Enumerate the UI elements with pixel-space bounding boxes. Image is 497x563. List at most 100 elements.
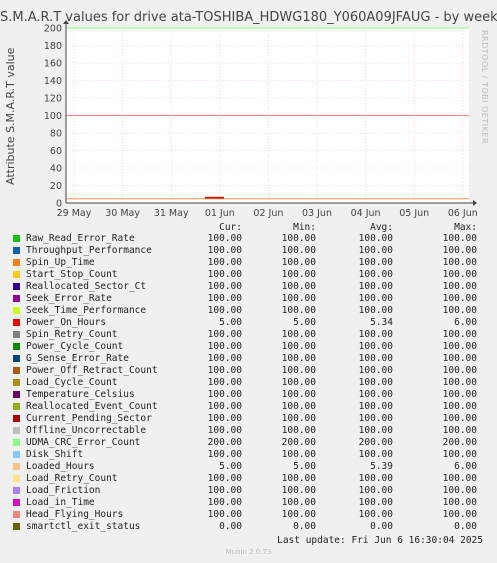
legend-avg-value: 100.00 [358, 329, 393, 340]
legend-min-value: 200.00 [281, 437, 316, 448]
legend-row: Load_Friction 100.00 100.00 100.00 100.00 [0, 485, 497, 497]
legend-swatch [13, 511, 20, 518]
legend-series-name: Power_Off_Retract_Count [26, 365, 158, 376]
legend-min-value: 100.00 [281, 365, 316, 376]
legend-row: Load_Cycle_Count 100.00 100.00 100.00 100.00 [0, 377, 497, 389]
legend-avg-value: 100.00 [358, 341, 393, 352]
x-tick-label: 30 May [105, 208, 140, 219]
legend-cur-value: 100.00 [207, 257, 242, 268]
legend-cur-value: 100.00 [207, 473, 242, 484]
legend-series-name: Spin_Retry_Count [26, 329, 118, 340]
legend-avg-value: 100.00 [358, 377, 393, 388]
legend-cur-value: 100.00 [207, 269, 242, 280]
legend-series-name: Throughput_Performance [26, 245, 152, 256]
legend-swatch [13, 463, 20, 470]
legend-max-value: 100.00 [442, 485, 477, 496]
legend-max-value: 6.00 [454, 461, 477, 472]
legend-cur-value: 5.00 [219, 317, 242, 328]
legend-min-value: 0.00 [293, 521, 316, 532]
y-tick-label: 180 [44, 41, 62, 52]
legend-row: Seek_Time_Performance 100.00 100.00 100.00 1… [0, 305, 497, 317]
legend-cur-value: 100.00 [207, 329, 242, 340]
legend-row: Loaded_Hours 5.00 5.00 5.39 6.00 [0, 461, 497, 473]
legend-avg-value: 100.00 [358, 509, 393, 520]
legend-cur-value: 100.00 [207, 305, 242, 316]
legend-cur-value: 5.00 [219, 461, 242, 472]
x-tick-label: 04 Jun [351, 208, 381, 219]
y-tick-label: 160 [44, 59, 62, 70]
y-tick-label: 100 [44, 111, 62, 122]
legend-swatch [13, 367, 20, 374]
legend-cur-value: 100.00 [207, 365, 242, 376]
legend-series-name: Seek_Error_Rate [26, 293, 112, 304]
legend-swatch [13, 427, 20, 434]
legend-max-value: 100.00 [442, 245, 477, 256]
legend-series-name: UDMA_CRC_Error_Count [26, 437, 141, 448]
legend-series-name: Disk_Shift [26, 449, 84, 460]
y-tick-label: 140 [44, 76, 62, 87]
legend-avg-value: 100.00 [358, 365, 393, 376]
legend-row: G_Sense_Error_Rate 100.00 100.00 100.00 100.… [0, 353, 497, 365]
legend-avg-value: 100.00 [358, 449, 393, 460]
legend-row: Power_On_Hours 5.00 5.00 5.34 6.00 [0, 317, 497, 329]
legend-row: Head_Flying_Hours 100.00 100.00 100.00 100.0… [0, 509, 497, 521]
legend-row: Power_Cycle_Count 100.00 100.00 100.00 100.0… [0, 341, 497, 353]
legend-avg-value: 0.00 [370, 521, 393, 532]
legend-swatch [13, 271, 20, 278]
legend-avg-value: 100.00 [358, 305, 393, 316]
legend-cur-value: 100.00 [207, 497, 242, 508]
x-tick-label: 29 May [57, 208, 92, 219]
legend-avg-value: 100.00 [358, 233, 393, 244]
x-tick-label: 03 Jun [302, 208, 332, 219]
legend-min-value: 100.00 [281, 413, 316, 424]
munin-version: Munin 2.0.73 [225, 548, 272, 556]
legend-swatch [13, 343, 20, 350]
legend-series-name: Current_Pending_Sector [26, 413, 152, 424]
legend-min-value: 100.00 [281, 485, 316, 496]
legend-swatch [13, 499, 20, 506]
legend-min-value: 100.00 [281, 281, 316, 292]
legend-avg-value: 100.00 [358, 485, 393, 496]
legend-swatch [13, 235, 20, 242]
legend-row: Seek_Error_Rate 100.00 100.00 100.00 100.00 [0, 293, 497, 305]
legend-series-name: G_Sense_Error_Rate [26, 353, 129, 364]
legend-cur-value: 100.00 [207, 293, 242, 304]
legend-max-value: 100.00 [442, 401, 477, 412]
legend-cur-value: 100.00 [207, 353, 242, 364]
legend-swatch [13, 379, 20, 386]
y-tick-label: 60 [50, 146, 62, 157]
legend-avg-value: 100.00 [358, 281, 393, 292]
legend-max-value: 100.00 [442, 257, 477, 268]
legend-row: Current_Pending_Sector 100.00 100.00 100.00… [0, 413, 497, 425]
y-tick-label: 40 [50, 164, 62, 175]
legend-max-value: 100.00 [442, 329, 477, 340]
legend-swatch [13, 283, 20, 290]
legend-min-value: 100.00 [281, 425, 316, 436]
legend-swatch [13, 451, 20, 458]
legend-swatch [13, 307, 20, 314]
legend-min-value: 100.00 [281, 449, 316, 460]
legend-cur-value: 100.00 [207, 509, 242, 520]
x-tick-label: 02 Jun [253, 208, 283, 219]
legend-max-value: 100.00 [442, 233, 477, 244]
legend-min-value: 100.00 [281, 293, 316, 304]
legend-max-value: 100.00 [442, 293, 477, 304]
legend-avg-value: 100.00 [358, 401, 393, 412]
legend-min-value: 100.00 [281, 509, 316, 520]
legend-max-value: 100.00 [442, 509, 477, 520]
legend-min-value: 5.00 [293, 461, 316, 472]
legend-min-value: 100.00 [281, 329, 316, 340]
chart-plot: 02040608010012014016018020029 May 30 May 3… [44, 20, 478, 219]
legend-cur-value: 100.00 [207, 485, 242, 496]
legend-series-name: Temperature_Celsius [26, 389, 135, 400]
legend-row: smartctl_exit_status 0.00 0.00 0.00 0.00 [0, 521, 497, 533]
legend-max-value: 100.00 [442, 365, 477, 376]
legend-row: Disk_Shift 100.00 100.00 100.00 100.00 [0, 449, 497, 461]
col-min-header: Min: [293, 222, 316, 233]
legend-max-value: 100.00 [442, 305, 477, 316]
legend-series-name: Loaded_Hours [26, 461, 95, 472]
x-tick-label: 05 Jun [399, 208, 429, 219]
legend-row: UDMA_CRC_Error_Count 200.00 200.00 200.00 20… [0, 437, 497, 449]
legend-swatch [13, 403, 20, 410]
legend-swatch [13, 259, 20, 266]
